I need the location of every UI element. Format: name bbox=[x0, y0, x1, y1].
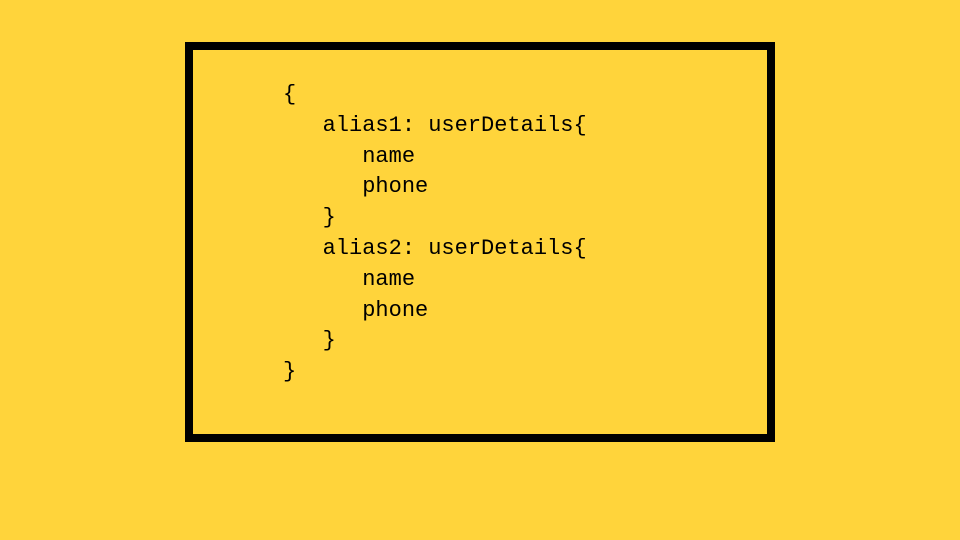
code-line: } bbox=[283, 328, 336, 353]
code-line: phone bbox=[283, 298, 428, 323]
code-line: phone bbox=[283, 174, 428, 199]
code-block: { alias1: userDetails{ name phone } alia… bbox=[283, 80, 767, 388]
code-line: } bbox=[283, 359, 296, 384]
code-line: alias1: userDetails{ bbox=[283, 113, 587, 138]
code-line: { bbox=[283, 82, 296, 107]
code-snippet-box: { alias1: userDetails{ name phone } alia… bbox=[185, 42, 775, 442]
code-line: } bbox=[283, 205, 336, 230]
code-line: name bbox=[283, 267, 415, 292]
code-line: alias2: userDetails{ bbox=[283, 236, 587, 261]
code-line: name bbox=[283, 144, 415, 169]
